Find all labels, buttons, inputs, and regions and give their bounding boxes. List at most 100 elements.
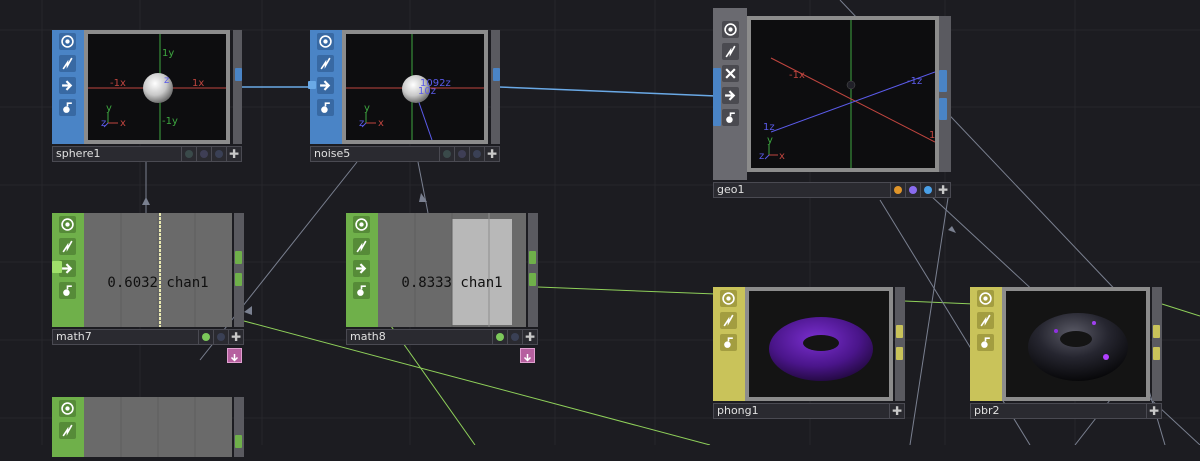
node-name[interactable]: phong1 (717, 404, 759, 418)
cook-icon[interactable] (722, 65, 739, 82)
bypass-icon[interactable] (59, 55, 76, 72)
lock-icon[interactable] (59, 99, 76, 116)
node-viewer[interactable]: 1092z 10z y x z (342, 30, 488, 144)
node-math-partial[interactable] (52, 397, 244, 457)
axis-label: 1 (929, 130, 935, 141)
node-math7[interactable]: 0.6032 chan1 math7 ✚ (52, 213, 244, 345)
node-viewer[interactable] (745, 287, 893, 401)
flag-dot[interactable] (213, 330, 228, 344)
axis-label: 10z (418, 86, 436, 97)
input-connector[interactable] (52, 261, 62, 273)
bypass-icon[interactable] (59, 238, 76, 255)
node-name[interactable]: sphere1 (56, 147, 101, 161)
plus-icon[interactable]: ✚ (889, 404, 904, 418)
flag-dot[interactable] (454, 147, 469, 161)
display-icon[interactable] (59, 77, 76, 94)
plus-icon[interactable]: ✚ (228, 330, 243, 344)
node-noise5[interactable]: 1092z 10z y x z noise5 ✚ (308, 30, 500, 162)
node-sphere1[interactable]: 1y -1y -1x 1x z y x z sphere1 ✚ (52, 30, 242, 162)
bypass-icon[interactable] (353, 238, 370, 255)
flag-dot[interactable] (198, 330, 213, 344)
output-connector[interactable] (529, 251, 536, 264)
lock-icon[interactable] (59, 282, 76, 299)
lock-icon[interactable] (722, 109, 739, 126)
node-viewer[interactable]: 1y -1y -1x 1x z y x z (84, 30, 230, 144)
node-math8[interactable]: 0.8333 chan1 math8 ✚ (346, 213, 538, 345)
node-pbr2[interactable]: pbr2 ✚ (970, 287, 1162, 419)
lock-icon[interactable] (720, 334, 737, 351)
output-connector[interactable] (235, 251, 242, 264)
chan-graph (120, 397, 196, 457)
flag-dot[interactable] (196, 147, 211, 161)
node-viewer[interactable]: 0.8333 chan1 (378, 213, 526, 327)
node-viewer[interactable]: -1x -1z 1z 1 y x z (747, 16, 939, 172)
output-connector[interactable] (1153, 325, 1160, 338)
node-name[interactable]: pbr2 (974, 404, 1000, 418)
input-connector[interactable] (308, 81, 316, 89)
output-connector[interactable] (1153, 347, 1160, 360)
input-connector[interactable] (713, 68, 721, 126)
viewer-icon[interactable] (353, 216, 370, 233)
viewer-icon[interactable] (59, 33, 76, 50)
flag-dot[interactable] (507, 330, 522, 344)
output-connector[interactable] (235, 273, 242, 286)
bypass-icon[interactable] (317, 55, 334, 72)
node-viewer[interactable] (84, 397, 232, 457)
channel-value: 0.6032 (107, 275, 158, 291)
output-connector[interactable] (896, 325, 903, 338)
node-geo1[interactable]: -1x -1z 1z 1 y x z geo1 ✚ (713, 8, 951, 198)
output-connector[interactable] (235, 435, 242, 448)
display-icon[interactable] (722, 87, 739, 104)
flag-dot[interactable] (181, 147, 196, 161)
chop-export-icon[interactable] (227, 348, 242, 363)
axis-label: -1z (907, 76, 922, 87)
plus-icon[interactable]: ✚ (484, 147, 499, 161)
lock-icon[interactable] (317, 99, 334, 116)
bypass-icon[interactable] (59, 422, 76, 439)
flag-dot[interactable] (920, 183, 935, 197)
flag-dot[interactable] (469, 147, 484, 161)
lock-icon[interactable] (977, 334, 994, 351)
node-viewer[interactable] (1002, 287, 1150, 401)
node-viewer[interactable]: 0.6032 chan1 (84, 213, 232, 327)
viewer-icon[interactable] (977, 290, 994, 307)
gizmo-label: x (120, 118, 126, 129)
plus-icon[interactable]: ✚ (522, 330, 537, 344)
viewer-icon[interactable] (720, 290, 737, 307)
plus-icon[interactable]: ✚ (1146, 404, 1161, 418)
plus-icon[interactable]: ✚ (226, 147, 241, 161)
flag-dot[interactable] (439, 147, 454, 161)
chop-export-icon[interactable] (520, 348, 535, 363)
sphere-viewport: 1y -1y -1x 1x z y x z (88, 34, 226, 140)
node-name[interactable]: geo1 (717, 183, 744, 197)
node-name[interactable]: noise5 (314, 147, 350, 161)
output-connector[interactable] (939, 98, 947, 120)
viewer-icon[interactable] (317, 33, 334, 50)
node-name[interactable]: math7 (56, 330, 92, 344)
output-connector[interactable] (235, 68, 242, 81)
display-icon[interactable] (317, 77, 334, 94)
node-output-strip (234, 213, 244, 327)
flag-dot[interactable] (492, 330, 507, 344)
output-connector[interactable] (896, 347, 903, 360)
bypass-icon[interactable] (720, 312, 737, 329)
display-icon[interactable] (353, 260, 370, 277)
axis-label: -1x (110, 78, 126, 89)
output-connector[interactable] (939, 70, 947, 92)
node-phong1[interactable]: phong1 ✚ (713, 287, 905, 419)
bypass-icon[interactable] (722, 43, 739, 60)
lock-icon[interactable] (353, 282, 370, 299)
node-name[interactable]: math8 (350, 330, 386, 344)
bypass-icon[interactable] (977, 312, 994, 329)
flag-dot[interactable] (890, 183, 905, 197)
viewer-icon[interactable] (59, 400, 76, 417)
flag-dot[interactable] (905, 183, 920, 197)
channel-name: chan1 (166, 275, 209, 291)
flag-dot[interactable] (211, 147, 226, 161)
output-connector[interactable] (529, 273, 536, 286)
plus-icon[interactable]: ✚ (935, 183, 950, 197)
output-connector[interactable] (493, 68, 500, 81)
viewer-icon[interactable] (722, 21, 739, 38)
viewer-icon[interactable] (59, 216, 76, 233)
gizmo-label: x (378, 118, 384, 129)
